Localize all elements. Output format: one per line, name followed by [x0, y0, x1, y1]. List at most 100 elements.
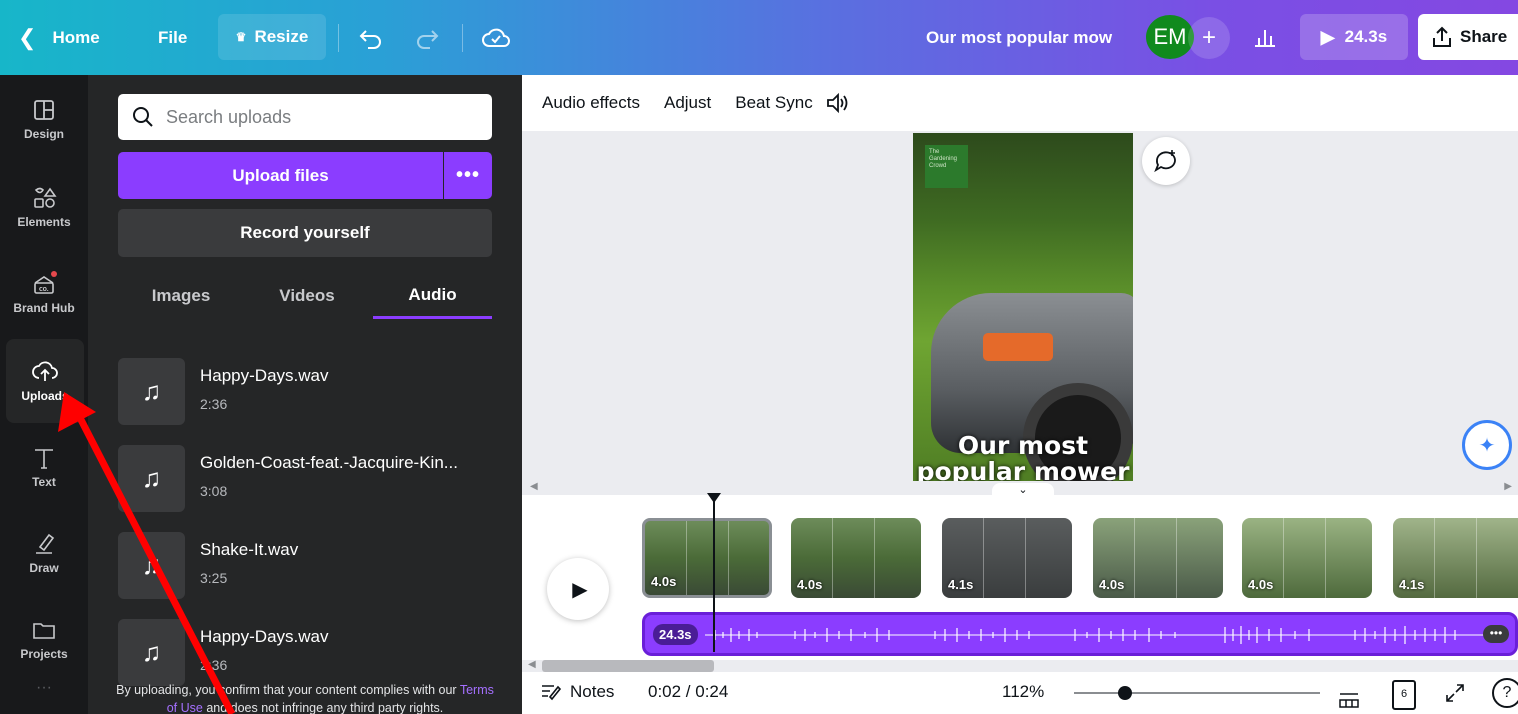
timeline-scrollbar[interactable]: ◀ [522, 659, 1518, 672]
timeline-clip[interactable]: 4.1s [1393, 518, 1518, 598]
design-title-text: Our most popular mow [926, 27, 1113, 47]
present-play-button[interactable]: ▶ 24.3s [1300, 14, 1408, 60]
music-note-icon: ♫ [141, 637, 162, 667]
redo-icon [417, 29, 439, 49]
timeline-clip[interactable]: 4.0s [791, 518, 921, 598]
audio-length-badge: 24.3s [653, 624, 698, 645]
add-comment-button[interactable] [1142, 137, 1190, 185]
beat-sync-button[interactable]: Beat Sync [735, 93, 813, 113]
audio-duration: 3:08 [200, 483, 228, 499]
zoom-level: 112% [1002, 682, 1045, 701]
home-label: Home [52, 27, 100, 47]
page-count: 6 [1400, 688, 1408, 700]
notes-icon [542, 685, 562, 701]
audio-more-button[interactable]: ••• [1483, 625, 1509, 643]
record-yourself-label: Record yourself [240, 223, 370, 242]
sidebar-item-draw[interactable]: Draw [0, 511, 88, 595]
avatar[interactable]: EM [1146, 15, 1194, 59]
chevron-left-icon: ◀ [530, 481, 538, 492]
adjust-button[interactable]: Adjust [664, 93, 711, 113]
video-caption[interactable]: Our most popular mower [913, 433, 1133, 482]
sidebar-item-label: Projects [20, 647, 68, 661]
search-icon [133, 107, 153, 127]
undo-button[interactable] [358, 0, 384, 75]
help-icon[interactable]: ? [1492, 678, 1518, 708]
timeline-play-button[interactable]: ▶ [547, 558, 609, 620]
folder-icon [33, 623, 55, 639]
tab-videos[interactable]: Videos [244, 273, 370, 319]
canvas-scrollbar[interactable]: ◀ ⌄ ▶ [522, 481, 1518, 497]
audio-name: Shake-It.wav [200, 540, 299, 559]
zoom-slider-thumb[interactable] [1118, 686, 1132, 700]
layout-icon [34, 100, 54, 120]
clip-duration: 4.0s [1248, 577, 1274, 592]
expand-icon[interactable] [1444, 682, 1466, 704]
time-readout: 0:02 / 0:24 [648, 682, 729, 701]
music-note-icon: ♫ [141, 376, 162, 406]
upload-disclaimer: By uploading, you confirm that your cont… [110, 681, 500, 714]
timeline-clip[interactable]: 4.0s [1093, 518, 1223, 598]
search-input[interactable] [166, 106, 466, 128]
notes-button[interactable]: Notes [540, 682, 614, 702]
audio-thumbnail: ♫ [118, 532, 185, 599]
play-icon: ▶ [572, 578, 588, 601]
more-apps-icon[interactable]: ··· [36, 679, 52, 697]
tab-audio[interactable]: Audio [373, 273, 492, 319]
audio-track[interactable]: 24.3s ••• [642, 612, 1518, 656]
tab-label: Videos [279, 286, 335, 305]
sidebar-item-label: Uploads [21, 389, 69, 403]
timeline-clip[interactable]: 4.0s [642, 518, 772, 598]
sidebar-item-design[interactable]: Design [0, 77, 88, 161]
design-title[interactable]: Our most popular mow [926, 0, 1112, 75]
audio-effects-button[interactable]: Audio effects [542, 93, 640, 113]
sidebar-item-projects[interactable]: Projects [0, 597, 88, 681]
svg-text:CO.: CO. [39, 287, 49, 293]
waveform [705, 626, 1485, 644]
share-button[interactable]: Share [1418, 14, 1518, 60]
chevron-left-icon: ❮ [18, 24, 37, 50]
record-yourself-button[interactable]: Record yourself [118, 209, 492, 257]
resize-button[interactable]: ♛ Resize [218, 14, 326, 60]
list-item[interactable]: ♫ Golden-Coast-feat.-Jacquire-Kin... 3:0… [118, 445, 492, 515]
video-preview[interactable]: The Gardening Crowd Our most popular mow… [913, 133, 1133, 481]
list-item[interactable]: ♫ Happy-Days.wav 2:36 [118, 619, 492, 689]
audio-duration: 3:25 [200, 570, 228, 586]
sidebar-item-text[interactable]: Text [0, 425, 88, 509]
page-count-button[interactable]: 6 [1392, 680, 1416, 710]
sidebar-item-label: Design [23, 127, 64, 141]
notes-label: Notes [570, 682, 615, 701]
upload-more-button[interactable]: ••• [444, 152, 492, 199]
list-item[interactable]: ♫ Shake-It.wav 3:25 [118, 532, 492, 602]
playhead[interactable] [713, 495, 715, 652]
zoom-slider[interactable] [1074, 686, 1320, 700]
search-box[interactable] [118, 94, 492, 140]
timeline-clip[interactable]: 4.0s [1242, 518, 1372, 598]
redo-button[interactable] [414, 0, 440, 75]
file-menu-button[interactable]: File [158, 0, 187, 75]
insights-button[interactable] [1242, 14, 1288, 60]
sidebar-item-brand-hub[interactable]: CO. Brand Hub [0, 251, 88, 335]
play-duration: 24.3s [1344, 27, 1388, 46]
scrollbar-thumb[interactable] [542, 660, 714, 672]
add-collaborator-button[interactable]: + [1188, 17, 1230, 59]
undo-icon [359, 29, 381, 49]
share-icon [1433, 26, 1451, 47]
volume-icon[interactable] [825, 92, 849, 114]
audio-duration: 2:36 [200, 657, 228, 673]
list-item[interactable]: ♫ Happy-Days.wav 2:36 [118, 358, 492, 428]
audio-name: Happy-Days.wav [200, 366, 329, 385]
save-status-button[interactable] [482, 0, 510, 75]
avatar-initials: EM [1153, 24, 1187, 49]
magic-assistant-button[interactable]: ✦ [1462, 420, 1512, 470]
clip-duration: 4.0s [797, 577, 823, 592]
playhead-handle[interactable] [706, 493, 722, 503]
music-note-icon: ♫ [141, 463, 162, 493]
upload-files-button[interactable]: Upload files [118, 152, 443, 199]
timeline-clip[interactable]: 4.1s [942, 518, 1072, 598]
sidebar-item-elements[interactable]: Elements [0, 165, 88, 249]
file-label: File [158, 27, 188, 47]
timeline-view-icon[interactable] [1338, 680, 1360, 708]
sidebar-item-uploads[interactable]: Uploads [6, 339, 84, 423]
home-button[interactable]: ❮ Home [18, 0, 100, 75]
tab-images[interactable]: Images [118, 273, 244, 319]
